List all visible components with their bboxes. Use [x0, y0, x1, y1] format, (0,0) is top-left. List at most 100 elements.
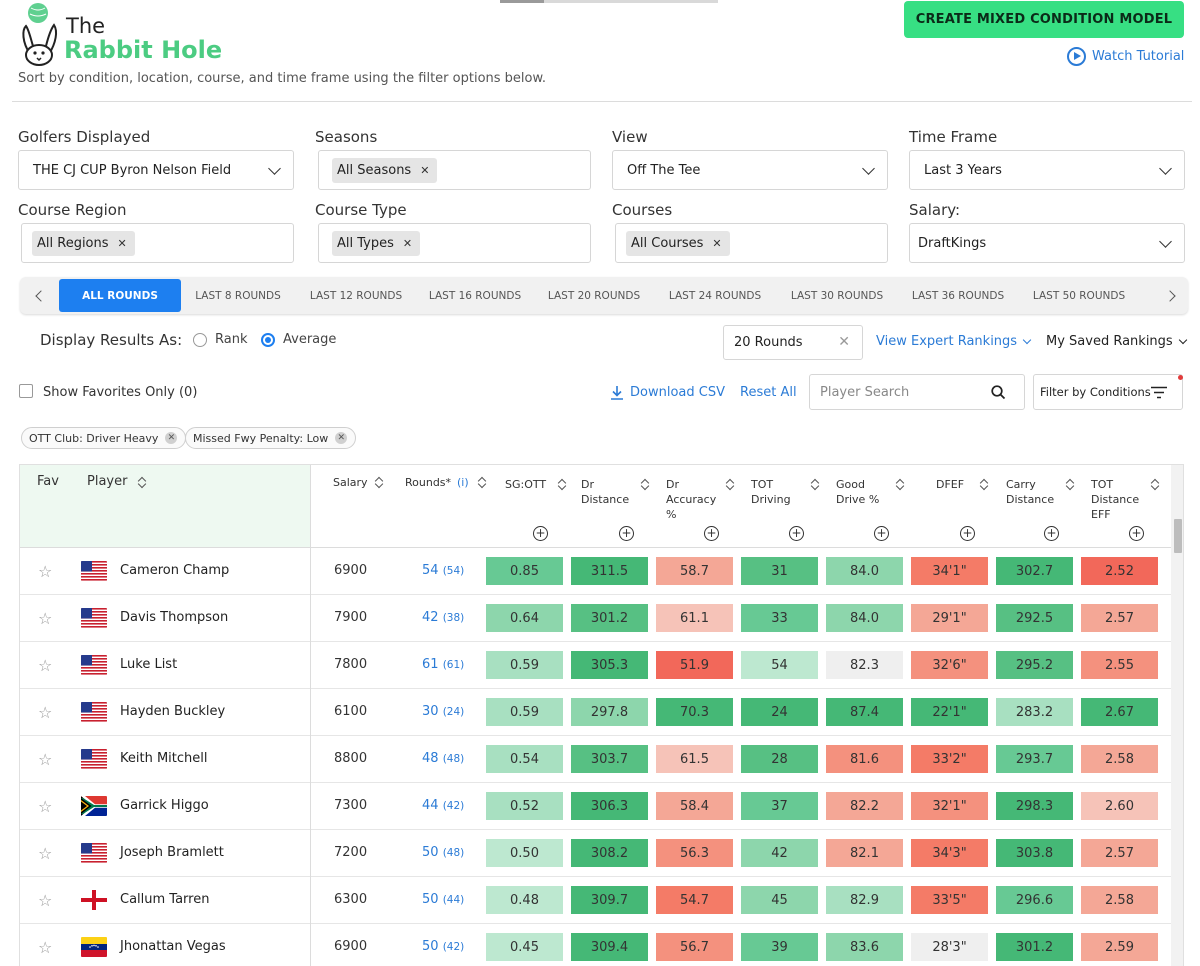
col-tot-distance-eff-header[interactable]: TOT Distance EFF [1091, 477, 1139, 522]
radio-rank[interactable]: Rank [193, 332, 247, 347]
favorites-checkbox[interactable] [19, 384, 33, 398]
player-name[interactable]: Garrick Higgo [120, 798, 209, 813]
sort-icon[interactable] [1151, 479, 1159, 490]
remove-chip-icon[interactable]: ✕ [118, 237, 127, 250]
courses-multiselect[interactable]: All Courses ✕ [615, 223, 888, 263]
sort-icon[interactable] [980, 479, 988, 490]
table-row[interactable]: ☆ Hayden Buckley 6100 30 (24) 0.59 297.8 70.3 2… [20, 689, 1171, 736]
rounds-value[interactable]: 42 (38) [422, 610, 464, 625]
col-good-drive-header[interactable]: Good Drive % [836, 477, 879, 507]
player-name[interactable]: Davis Thompson [120, 610, 228, 625]
remove-chip-icon[interactable]: ✕ [403, 237, 412, 250]
sort-icon[interactable] [811, 479, 819, 490]
player-name[interactable]: Cameron Champ [120, 563, 229, 578]
add-column-icon[interactable]: + [1129, 526, 1144, 541]
remove-condition-icon[interactable]: ✕ [335, 432, 348, 444]
favorite-star-icon[interactable]: ☆ [38, 705, 52, 721]
create-mixed-condition-model-button[interactable]: CREATE MIXED CONDITION MODEL [904, 1, 1184, 38]
favorite-star-icon[interactable]: ☆ [38, 564, 52, 580]
course-region-multiselect[interactable]: All Regions ✕ [21, 223, 294, 263]
col-carry-distance-header[interactable]: Carry Distance [1006, 477, 1054, 507]
player-name[interactable]: Joseph Bramlett [120, 845, 224, 860]
rounds-value[interactable]: 61 (61) [422, 657, 464, 672]
tab-last-30-rounds[interactable]: LAST 30 ROUNDS [785, 279, 889, 312]
scroll-left-icon[interactable] [22, 277, 56, 314]
tab-last-16-rounds[interactable]: LAST 16 ROUNDS [423, 279, 527, 312]
scroll-right-icon[interactable] [1154, 277, 1188, 314]
rounds-value[interactable]: 30 (24) [422, 704, 464, 719]
table-row[interactable]: ☆ Keith Mitchell 8800 48 (48) 0.54 303.7 61.5 2… [20, 736, 1171, 783]
download-csv-link[interactable]: Download CSV [610, 385, 725, 400]
rounds-value[interactable]: 50 (44) [422, 892, 464, 907]
table-row[interactable]: ☆ Joseph Bramlett 7200 50 (48) 0.50 308.2 56.3… [20, 830, 1171, 877]
sort-icon[interactable] [641, 479, 649, 490]
favorite-star-icon[interactable]: ☆ [38, 799, 52, 815]
clear-icon[interactable]: ✕ [838, 334, 850, 350]
rounds-input[interactable]: 20 Rounds ✕ [723, 325, 863, 360]
radio-average[interactable]: Average [261, 332, 336, 347]
favorite-star-icon[interactable]: ☆ [38, 658, 52, 674]
add-column-icon[interactable]: + [789, 526, 804, 541]
sort-icon[interactable] [896, 479, 904, 490]
my-saved-rankings-dropdown[interactable]: My Saved Rankings [1046, 334, 1187, 349]
sort-icon[interactable] [558, 479, 566, 490]
tab-last-8-rounds[interactable]: LAST 8 ROUNDS [188, 279, 288, 312]
col-dfef-header[interactable]: DFEF [936, 477, 964, 492]
table-row[interactable]: ☆ Garrick Higgo 7300 44 (42) 0.52 306.3 58.4 37… [20, 783, 1171, 830]
table-row[interactable]: ☆ Callum Tarren 6300 50 (44) 0.48 309.7 54.7 45… [20, 877, 1171, 924]
col-tot-driving-header[interactable]: TOT Driving [751, 477, 791, 507]
tab-last-12-rounds[interactable]: LAST 12 ROUNDS [304, 279, 408, 312]
tab-last-36-rounds[interactable]: LAST 36 ROUNDS [906, 279, 1010, 312]
tab-last-24-rounds[interactable]: LAST 24 ROUNDS [663, 279, 767, 312]
seasons-multiselect[interactable]: All Seasons ✕ [318, 150, 591, 190]
favorite-star-icon[interactable]: ☆ [38, 846, 52, 862]
sort-icon[interactable] [1066, 479, 1074, 490]
remove-condition-icon[interactable]: ✕ [165, 432, 178, 444]
add-column-icon[interactable]: + [1044, 526, 1059, 541]
rounds-value[interactable]: 48 (48) [422, 751, 464, 766]
player-name[interactable]: Luke List [120, 657, 177, 672]
player-search-input[interactable]: Player Search [809, 374, 1025, 410]
tab-last-20-rounds[interactable]: LAST 20 ROUNDS [542, 279, 646, 312]
add-column-icon[interactable]: + [619, 526, 634, 541]
table-scrollbar[interactable] [1171, 465, 1183, 966]
col-dr-accuracy-header[interactable]: Dr Accuracy% [666, 477, 716, 522]
favorite-star-icon[interactable]: ☆ [38, 893, 52, 909]
tab-last-50-rounds[interactable]: LAST 50 ROUNDS [1027, 279, 1131, 312]
player-name[interactable]: Callum Tarren [120, 892, 209, 907]
col-dr-distance-header[interactable]: Dr Distance [581, 477, 629, 507]
reset-all-link[interactable]: Reset All [740, 385, 797, 400]
sort-icon[interactable] [375, 477, 383, 488]
col-rounds-header[interactable]: Rounds* [405, 475, 451, 490]
player-name[interactable]: Hayden Buckley [120, 704, 225, 719]
sort-icon[interactable] [138, 477, 146, 488]
add-column-icon[interactable]: + [874, 526, 889, 541]
add-column-icon[interactable]: + [533, 526, 548, 541]
golfers-displayed-select[interactable]: THE CJ CUP Byron Nelson Field [18, 150, 294, 190]
time-frame-select[interactable]: Last 3 Years [909, 150, 1185, 190]
remove-chip-icon[interactable]: ✕ [712, 237, 721, 250]
add-column-icon[interactable]: + [960, 526, 975, 541]
sort-icon[interactable] [478, 477, 486, 488]
view-expert-rankings-dropdown[interactable]: View Expert Rankings [876, 334, 1032, 349]
salary-select[interactable]: DraftKings [909, 223, 1185, 263]
rounds-value[interactable]: 44 (42) [422, 798, 464, 813]
rounds-value[interactable]: 50 (42) [422, 939, 464, 954]
sort-icon[interactable] [726, 479, 734, 490]
player-name[interactable]: Keith Mitchell [120, 751, 208, 766]
info-icon[interactable]: (i) [457, 475, 469, 490]
top-scrollbar[interactable] [500, 0, 718, 3]
rounds-value[interactable]: 50 (48) [422, 845, 464, 860]
course-type-multiselect[interactable]: All Types ✕ [318, 223, 591, 263]
favorite-star-icon[interactable]: ☆ [38, 940, 52, 956]
table-row[interactable]: ☆ Cameron Champ 6900 54 (54) 0.85 311.5 58.7 31… [20, 548, 1171, 595]
favorite-star-icon[interactable]: ☆ [38, 611, 52, 627]
watch-tutorial-link[interactable]: Watch Tutorial [1067, 47, 1184, 66]
remove-chip-icon[interactable]: ✕ [420, 164, 429, 177]
filter-by-conditions-button[interactable]: Filter by Conditions [1033, 374, 1183, 410]
favorite-star-icon[interactable]: ☆ [38, 752, 52, 768]
table-row[interactable]: ☆ Jhonattan Vegas 6900 50 (42) 0.45 309.4 56.7… [20, 924, 1171, 966]
player-name[interactable]: Jhonattan Vegas [120, 939, 226, 954]
table-row[interactable]: ☆ Luke List 7800 61 (61) 0.59 305.3 51.9 54 82.3… [20, 642, 1171, 689]
view-select[interactable]: Off The Tee [612, 150, 888, 190]
